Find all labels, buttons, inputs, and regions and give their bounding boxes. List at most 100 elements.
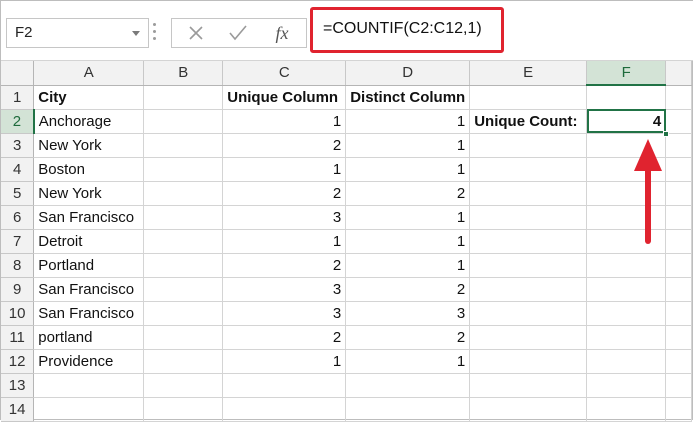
cell-a13[interactable] — [33, 373, 145, 398]
cell-e8[interactable] — [469, 253, 588, 278]
cell-d7[interactable]: 1 — [345, 229, 471, 254]
cell-d5[interactable]: 2 — [345, 181, 471, 206]
cell-e13[interactable] — [469, 373, 588, 398]
column-header-c[interactable]: C — [222, 61, 347, 86]
cell-c4[interactable]: 1 — [222, 157, 347, 182]
row-header[interactable]: 10 — [1, 301, 35, 326]
row-header[interactable]: 2 — [1, 109, 35, 134]
cell-g10[interactable] — [665, 301, 692, 326]
cancel-icon[interactable] — [176, 19, 216, 47]
cell-g8[interactable] — [665, 253, 692, 278]
cell-g13[interactable] — [665, 373, 692, 398]
cell-e12[interactable] — [469, 349, 588, 374]
name-box[interactable]: F2 — [6, 18, 149, 48]
cell-g11[interactable] — [665, 325, 692, 350]
cell-e7[interactable] — [469, 229, 588, 254]
insert-function-icon[interactable]: fx — [262, 19, 302, 47]
cell-c14[interactable] — [222, 397, 347, 422]
cell-d10[interactable]: 3 — [345, 301, 471, 326]
cell-d2[interactable]: 1 — [345, 109, 471, 134]
cell-a11[interactable]: portland — [33, 325, 145, 350]
column-header-f[interactable]: F — [586, 61, 667, 86]
cell-a10[interactable]: San Francisco — [33, 301, 145, 326]
name-box-dropdown-icon[interactable] — [132, 31, 140, 36]
cell-b4[interactable] — [143, 157, 224, 182]
row-header[interactable]: 13 — [1, 373, 35, 398]
cell-b2[interactable] — [143, 109, 224, 134]
row-header[interactable]: 4 — [1, 157, 35, 182]
cell-c5[interactable]: 2 — [222, 181, 347, 206]
cell-a12[interactable]: Providence — [33, 349, 145, 374]
cell-b5[interactable] — [143, 181, 224, 206]
cell-e4[interactable] — [469, 157, 588, 182]
cell-b9[interactable] — [143, 277, 224, 302]
cell-a8[interactable]: Portland — [33, 253, 145, 278]
cell-c7[interactable]: 1 — [222, 229, 347, 254]
cell-e14[interactable] — [469, 397, 588, 422]
cell-d11[interactable]: 2 — [345, 325, 471, 350]
cell-c8[interactable]: 2 — [222, 253, 347, 278]
column-header-d[interactable]: D — [345, 61, 471, 86]
cell-a7[interactable]: Detroit — [33, 229, 145, 254]
cell-a4[interactable]: Boston — [33, 157, 145, 182]
column-header-g[interactable] — [665, 61, 692, 86]
cell-f10[interactable] — [586, 301, 667, 326]
cell-a2[interactable]: Anchorage — [33, 109, 145, 134]
row-header[interactable]: 7 — [1, 229, 35, 254]
cell-b8[interactable] — [143, 253, 224, 278]
cell-e6[interactable] — [469, 205, 588, 230]
cell-e3[interactable] — [469, 133, 588, 158]
cell-d14[interactable] — [345, 397, 471, 422]
cell-f13[interactable] — [586, 373, 667, 398]
cell-c13[interactable] — [222, 373, 347, 398]
cell-b12[interactable] — [143, 349, 224, 374]
cell-b3[interactable] — [143, 133, 224, 158]
cell-d6[interactable]: 1 — [345, 205, 471, 230]
cell-a3[interactable]: New York — [33, 133, 145, 158]
cell-a14[interactable] — [33, 397, 145, 422]
cell-c1[interactable]: Unique Column — [222, 85, 347, 110]
cell-c6[interactable]: 3 — [222, 205, 347, 230]
cell-b13[interactable] — [143, 373, 224, 398]
column-header-e[interactable]: E — [469, 61, 588, 86]
cell-b14[interactable] — [143, 397, 224, 422]
cell-c12[interactable]: 1 — [222, 349, 347, 374]
row-header[interactable]: 6 — [1, 205, 35, 230]
row-header[interactable]: 8 — [1, 253, 35, 278]
cell-d3[interactable]: 1 — [345, 133, 471, 158]
cell-g12[interactable] — [665, 349, 692, 374]
cell-d1[interactable]: Distinct Column — [345, 85, 471, 110]
cell-e11[interactable] — [469, 325, 588, 350]
cell-c11[interactable]: 2 — [222, 325, 347, 350]
cell-b6[interactable] — [143, 205, 224, 230]
cell-g9[interactable] — [665, 277, 692, 302]
cell-e5[interactable] — [469, 181, 588, 206]
cell-c3[interactable]: 2 — [222, 133, 347, 158]
enter-icon[interactable] — [218, 19, 258, 47]
cell-g1[interactable] — [665, 85, 692, 110]
row-header[interactable]: 11 — [1, 325, 35, 350]
cell-g14[interactable] — [665, 397, 692, 422]
cell-e2[interactable]: Unique Count: — [469, 109, 588, 134]
cell-f1[interactable] — [586, 85, 667, 110]
cell-d8[interactable]: 1 — [345, 253, 471, 278]
cell-e10[interactable] — [469, 301, 588, 326]
cell-f14[interactable] — [586, 397, 667, 422]
cell-f12[interactable] — [586, 349, 667, 374]
cell-b10[interactable] — [143, 301, 224, 326]
cell-a5[interactable]: New York — [33, 181, 145, 206]
cell-e9[interactable] — [469, 277, 588, 302]
cell-d4[interactable]: 1 — [345, 157, 471, 182]
row-header[interactable]: 14 — [1, 397, 35, 422]
row-header[interactable]: 12 — [1, 349, 35, 374]
cell-f8[interactable] — [586, 253, 667, 278]
cell-d13[interactable] — [345, 373, 471, 398]
cell-a9[interactable]: San Francisco — [33, 277, 145, 302]
cell-b11[interactable] — [143, 325, 224, 350]
row-header[interactable]: 9 — [1, 277, 35, 302]
row-header[interactable]: 1 — [1, 85, 35, 110]
formula-input[interactable]: =COUNTIF(C2:C12,1) — [310, 7, 504, 53]
row-header[interactable]: 3 — [1, 133, 35, 158]
column-header-b[interactable]: B — [143, 61, 224, 86]
cell-c2[interactable]: 1 — [222, 109, 347, 134]
